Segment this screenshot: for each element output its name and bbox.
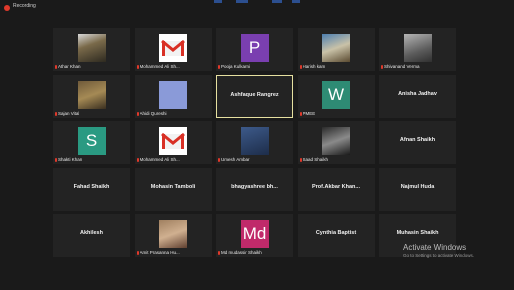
participant-name: Anisha Jadhav [398,90,437,97]
participant-tile[interactable]: Akhilesh [53,214,130,257]
participant-photo [322,34,350,62]
participant-tile[interactable]: Fahad Shaikh [53,167,130,211]
participant-tile[interactable]: Amit Prasanna Hu... [134,214,212,257]
participant-name: Prof.Akbar Khan... [312,183,360,190]
participant-tile[interactable]: Harish kam [297,28,375,71]
participant-tile[interactable]: Umesh Ambar [216,121,293,164]
participant-photo [77,34,106,62]
gmail-logo-icon [159,127,187,155]
participant-name: Sajan Vital [58,110,80,116]
participant-name: Mohammed Ali Sh... [139,157,180,162]
avatar-initial: P [240,34,269,62]
muted-mic-icon [55,158,57,162]
participant-tile[interactable]: Afnan Shaikh [379,121,456,164]
participant-tile[interactable]: S Shakti Khan [53,121,130,164]
participant-name: Ashfaque Rangrez [230,91,279,98]
muted-mic-icon [218,65,220,69]
participant-tile[interactable]: Anisha Jadhav [379,74,456,118]
participant-tile[interactable]: Shivanand Verma [379,28,456,71]
participant-tile[interactable]: W PMEE [297,74,375,118]
participant-name: PMEE [302,110,316,116]
muted-mic-icon [136,158,139,162]
participant-name: Muhasin Shaikh [396,230,439,236]
avatar-initial: Md [240,220,269,248]
participant-name: Saad Shaikh [302,157,329,162]
muted-mic-icon [218,251,220,255]
participant-name: Afnan Shaikh [399,137,436,143]
participant-tile[interactable]: Md Md mudassir Shaikh [216,214,293,257]
avatar-initial: S [77,127,106,155]
participant-tile[interactable]: Mohammed Ali Sh... [134,28,212,71]
participant-name: bhagyashree bh... [231,183,278,190]
recording-label: Recording [13,3,36,9]
muted-mic-icon [136,251,139,255]
muted-mic-icon [299,111,302,116]
participant-tile[interactable]: P Pooja Kulkarni [216,28,293,71]
muted-mic-icon [299,158,302,162]
participant-name: Najmul Huda [400,183,435,190]
gmail-logo-icon [159,34,187,62]
participant-name: Md mudassir Shaikh [221,250,262,255]
participant-name: Fahad Shaikh [73,183,110,190]
participant-tile[interactable]: Ahidi Qureshi [134,74,212,118]
participant-photo [159,220,187,248]
participant-name: Harish kam [302,64,326,69]
participant-tile[interactable]: Sajan Vital [53,74,130,118]
recording-icon [4,5,10,11]
muted-mic-icon [55,111,57,116]
participant-tile[interactable]: Mohasin Tamboli [134,167,212,211]
muted-mic-icon [381,65,383,69]
participant-tile[interactable]: Najmul Huda [379,167,456,211]
avatar-initial [159,80,187,109]
participant-name: Cynthia Baptist [315,230,357,236]
watermark-title: Activate Windows [403,243,467,252]
participant-tile[interactable]: Mohammed Ali Sh... [134,121,212,164]
participant-photo [77,80,106,109]
participant-name: Ahidi Qureshi [139,110,167,116]
participant-name: Shivanand Verma [384,64,420,69]
toolbar-mark [214,0,222,3]
avatar-initial: W [322,80,350,109]
participant-name: Athar Khan [58,64,81,69]
muted-mic-icon [55,65,57,69]
top-bar: Recording [0,0,514,16]
toolbar-mark [292,0,300,3]
participant-tile[interactable]: Ashfaque Rangrez [216,74,293,118]
participant-photo [240,127,269,155]
toolbar-mark [272,0,282,3]
participant-tile[interactable]: Cynthia Baptist [297,214,375,257]
muted-mic-icon [218,158,220,162]
participant-name: Shakti Khan [58,157,83,162]
participant-photo [403,34,432,62]
participant-name: Umesh Ambar [221,157,250,162]
participant-name: Pooja Kulkarni [221,64,251,69]
participant-grid: Athar Khan Mohammed Ali Sh... P Pooja Kulka… [53,28,457,260]
participant-name: Mohasin Tamboli [150,183,196,190]
participant-tile[interactable]: Prof.Akbar Khan... [297,167,375,211]
toolbar-mark [236,0,248,3]
muted-mic-icon [136,65,139,69]
participant-name: Amit Prasanna Hu... [139,250,180,255]
watermark-subtitle: Go to Settings to activate Windows. [403,253,475,258]
participant-name: Mohammed Ali Sh... [139,64,180,69]
participant-tile[interactable]: bhagyashree bh... [216,167,293,211]
participant-photo [322,127,350,155]
activate-windows-watermark: Activate Windows Go to Settings to activ… [403,243,474,258]
muted-mic-icon [136,111,139,116]
participant-name: Akhilesh [80,230,103,236]
muted-mic-icon [299,65,302,69]
participant-tile[interactable]: Athar Khan [53,28,130,71]
participant-tile[interactable]: Saad Shaikh [297,121,375,164]
